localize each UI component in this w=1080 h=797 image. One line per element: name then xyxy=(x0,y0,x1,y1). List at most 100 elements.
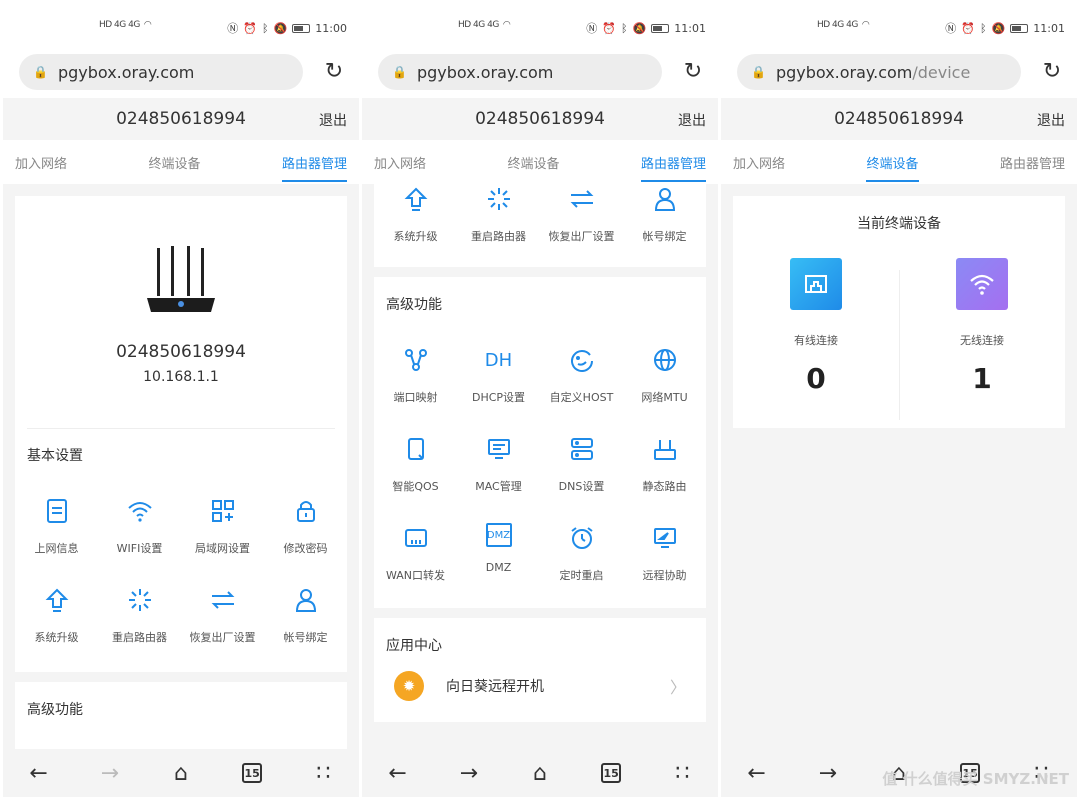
basic-item-label: 恢复出厂设置 xyxy=(548,230,615,243)
basic-item-restart[interactable]: 重启路由器 xyxy=(98,575,181,664)
tab-router-management[interactable]: 路由器管理 xyxy=(640,140,706,184)
main-content: 当前终端设备 有线连接 0 无线连接 1 xyxy=(721,184,1077,749)
signal-icon: HD 4G 4G xyxy=(458,20,499,30)
wired-label: 有线连接 xyxy=(794,334,838,347)
url-bar: 🔒 pgybox.oray.com ↻ xyxy=(3,50,359,98)
adv-item-static-route[interactable]: 静态路由 xyxy=(623,424,706,513)
home-icon[interactable]: ⌂ xyxy=(522,755,558,791)
adv-item-timed-restart[interactable]: 定时重启 xyxy=(540,513,623,602)
adv-item-mac[interactable]: MAC管理 xyxy=(457,424,540,513)
app-name: 向日葵远程开机 xyxy=(446,679,544,695)
router-card: 024850618994 10.168.1.1 基本设置 上网信息 WIFI设置… xyxy=(15,196,347,672)
mute-icon: 🔕 xyxy=(273,21,288,35)
address-field[interactable]: 🔒 pgybox.oray.com xyxy=(19,54,303,90)
tab-terminal-devices[interactable]: 终端设备 xyxy=(866,140,919,184)
adv-item-dhcp[interactable]: DH DHCP设置 xyxy=(457,335,540,424)
tabs-button[interactable]: 15 xyxy=(234,755,270,791)
basic-item-lan[interactable]: 局域网设置 xyxy=(181,486,264,575)
dhcp-icon: DH xyxy=(484,349,513,371)
advanced-card: 高级功能 端口映射 DH DHCP设置 自定义HOST 网络MTU 智能QOS … xyxy=(374,277,706,608)
app-center-title: 应用中心 xyxy=(386,638,442,654)
reload-icon[interactable]: ↻ xyxy=(1039,59,1065,85)
status-bar: HD 4G 4G ◠ Ⓝ ⏰ ᛒ 🔕 11:01 xyxy=(362,0,718,50)
basic-item-account-binding[interactable]: 帐号绑定 xyxy=(623,184,706,263)
signal-indicators: HD 4G 4G ◠ xyxy=(99,20,152,30)
wireless-count: 1 xyxy=(972,362,992,395)
tab-join-network[interactable]: 加入网络 xyxy=(733,140,785,184)
tab-bar: 加入网络 终端设备 路由器管理 xyxy=(3,140,359,184)
lock-icon: 🔒 xyxy=(751,65,766,79)
app-center-card: 应用中心 ✹ 向日葵远程开机 〉 xyxy=(374,618,706,722)
devices-title: 当前终端设备 xyxy=(857,216,941,232)
qos-icon xyxy=(401,434,431,464)
wifi-status-icon: ◠ xyxy=(861,20,870,30)
basic-item-label: 系统升级 xyxy=(393,230,438,243)
menu-dots-icon[interactable]: ∷ xyxy=(664,755,700,791)
logout-button[interactable]: 退出 xyxy=(319,110,347,130)
basic-item-wifi[interactable]: WIFI设置 xyxy=(98,486,181,575)
clock: 11:00 xyxy=(315,21,347,35)
alarm-status-icon: ⏰ xyxy=(602,21,616,35)
logout-button[interactable]: 退出 xyxy=(1037,110,1065,130)
forward-arrow-icon[interactable]: → xyxy=(810,755,846,791)
basic-item-label: 局域网设置 xyxy=(195,542,250,555)
wireless-connection[interactable]: 无线连接 1 xyxy=(899,258,1065,395)
adv-item-mtu[interactable]: 网络MTU xyxy=(623,335,706,424)
tabs-button[interactable]: 15 xyxy=(593,755,629,791)
logout-button[interactable]: 退出 xyxy=(678,110,706,130)
port-mapping-icon xyxy=(401,345,431,375)
wired-connection[interactable]: 有线连接 0 xyxy=(733,258,899,395)
tab-terminal-devices[interactable]: 终端设备 xyxy=(507,140,559,184)
adv-item-wan-forward[interactable]: WAN口转发 xyxy=(374,513,457,602)
adv-item-custom-host[interactable]: 自定义HOST xyxy=(540,335,623,424)
battery-icon xyxy=(1010,23,1029,33)
basic-item-label: 系统升级 xyxy=(34,631,79,644)
basic-item-factory-reset[interactable]: 恢复出厂设置 xyxy=(181,575,264,664)
address-field[interactable]: 🔒 pgybox.oray.com xyxy=(378,54,662,90)
url-path: /device xyxy=(912,62,971,82)
basic-item-label: 上网信息 xyxy=(34,542,79,555)
adv-item-label: MAC管理 xyxy=(475,480,522,493)
adv-item-remote-assist[interactable]: 远程协助 xyxy=(623,513,706,602)
reload-icon[interactable]: ↻ xyxy=(321,59,347,85)
basic-item-upgrade[interactable]: 系统升级 xyxy=(15,575,98,664)
adv-item-qos[interactable]: 智能QOS xyxy=(374,424,457,513)
main-content: 系统升级 重启路由器 恢复出厂设置 帐号绑定 高级功能 端口映射 DH DHCP… xyxy=(362,184,718,749)
advanced-title: 高级功能 xyxy=(27,702,83,718)
address-field[interactable]: 🔒 pgybox.oray.com /device xyxy=(737,54,1021,90)
app-item-sunlogin[interactable]: ✹ 向日葵远程开机 〉 xyxy=(394,666,686,706)
basic-item-account-binding[interactable]: 帐号绑定 xyxy=(264,575,347,664)
menu-dots-icon[interactable]: ∷ xyxy=(305,755,341,791)
alarm-status-icon: ⏰ xyxy=(961,21,975,35)
wired-count: 0 xyxy=(806,362,826,395)
status-right: Ⓝ ⏰ ᛒ 🔕 11:00 xyxy=(227,20,347,36)
back-arrow-icon[interactable]: ← xyxy=(380,755,416,791)
forward-arrow-icon[interactable]: → xyxy=(451,755,487,791)
basic-settings-grid: 系统升级 重启路由器 恢复出厂设置 帐号绑定 xyxy=(374,184,706,263)
basic-item-restart[interactable]: 重启路由器 xyxy=(457,184,540,263)
adv-item-dns[interactable]: DNS设置 xyxy=(540,424,623,513)
basic-item-factory-reset[interactable]: 恢复出厂设置 xyxy=(540,184,623,263)
browser-nav-bar: ← → ⌂ 15 ∷ xyxy=(3,749,359,797)
tab-join-network[interactable]: 加入网络 xyxy=(374,140,426,184)
home-icon[interactable]: ⌂ xyxy=(163,755,199,791)
page-title-bar: 024850618994 退出 xyxy=(362,98,718,140)
tab-router-management[interactable]: 路由器管理 xyxy=(1000,140,1065,184)
alarm-icon xyxy=(567,523,597,553)
basic-item-network-info[interactable]: 上网信息 xyxy=(15,486,98,575)
adv-item-port-mapping[interactable]: 端口映射 xyxy=(374,335,457,424)
back-arrow-icon[interactable]: ← xyxy=(739,755,775,791)
basic-item-upgrade[interactable]: 系统升级 xyxy=(374,184,457,263)
adv-item-label: DMZ xyxy=(485,561,512,574)
basic-item-password[interactable]: 修改密码 xyxy=(264,486,347,575)
tab-router-management[interactable]: 路由器管理 xyxy=(281,140,347,184)
forward-arrow-icon[interactable]: → xyxy=(92,755,128,791)
wifi-icon xyxy=(956,258,1008,310)
adv-item-dmz[interactable]: DMZ DMZ xyxy=(457,513,540,602)
tab-terminal-devices[interactable]: 终端设备 xyxy=(148,140,200,184)
page-title: 024850618994 xyxy=(116,109,246,129)
back-arrow-icon[interactable]: ← xyxy=(21,755,57,791)
reload-icon[interactable]: ↻ xyxy=(680,59,706,85)
adv-item-label: 远程协助 xyxy=(642,569,687,582)
tab-join-network[interactable]: 加入网络 xyxy=(15,140,67,184)
